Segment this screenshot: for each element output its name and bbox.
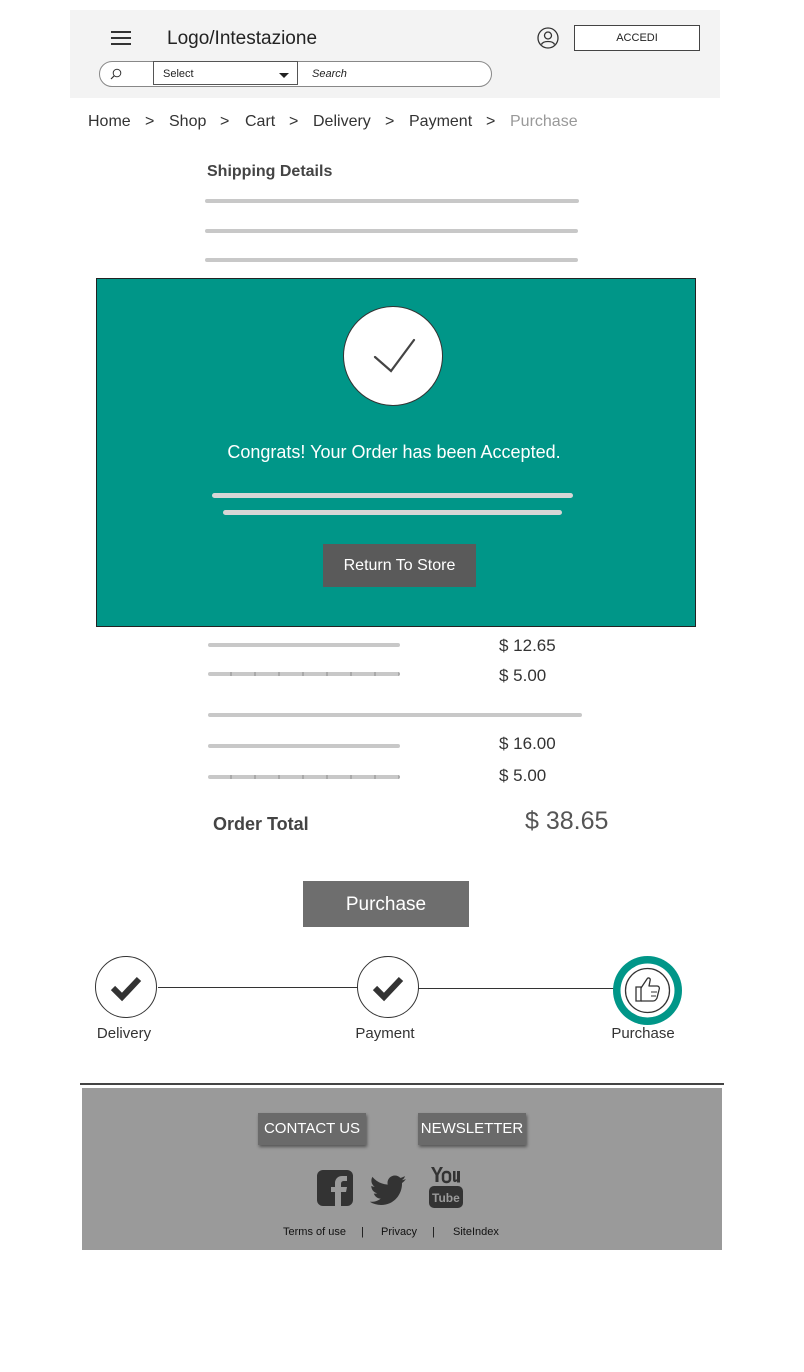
modal-text-placeholder — [212, 493, 573, 498]
user-account-icon[interactable] — [537, 27, 559, 49]
shipping-details-title: Shipping Details — [207, 163, 333, 180]
item-name-placeholder — [208, 775, 400, 779]
breadcrumb-delivery[interactable]: Delivery — [313, 113, 371, 131]
search-input[interactable] — [310, 63, 484, 85]
footer-siteindex-link[interactable]: SiteIndex — [453, 1226, 499, 1238]
divider-placeholder — [208, 713, 582, 717]
breadcrumb-separator: > — [220, 113, 230, 130]
step-delivery-check-icon — [95, 956, 157, 1018]
footer-privacy-link[interactable]: Privacy — [381, 1226, 417, 1238]
line-price: $ 12.65 — [499, 636, 556, 655]
breadcrumb-separator: > — [486, 113, 496, 130]
checkmark-icon — [343, 306, 443, 406]
breadcrumb-separator: > — [385, 113, 395, 130]
return-to-store-button[interactable]: Return To Store — [323, 544, 476, 587]
twitter-icon[interactable] — [369, 1175, 407, 1206]
newsletter-button[interactable]: NEWSLETTER — [418, 1113, 526, 1145]
footer-terms-link[interactable]: Terms of use — [283, 1226, 346, 1238]
step-purchase-thumbs-up-icon — [613, 956, 682, 1025]
footer-separator: | — [432, 1226, 435, 1238]
breadcrumb-purchase: Purchase — [510, 113, 578, 130]
line-price: $ 5.00 — [499, 766, 547, 785]
search-icon[interactable] — [110, 67, 122, 80]
step-label-purchase: Purchase — [611, 1025, 675, 1042]
step-label-payment: Payment — [355, 1025, 415, 1042]
breadcrumb-home[interactable]: Home — [88, 113, 131, 131]
step-payment-check-icon — [357, 956, 419, 1018]
breadcrumb-payment[interactable]: Payment — [409, 113, 472, 131]
breadcrumb-separator: > — [145, 113, 155, 130]
footer-separator: | — [361, 1226, 364, 1238]
item-name-placeholder — [208, 643, 400, 647]
order-accepted-message: Congrats! Your Order has been Accepted. — [227, 442, 561, 462]
line-price: $ 16.00 — [499, 734, 556, 753]
line-price: $ 5.00 — [499, 666, 547, 685]
footer-divider — [80, 1083, 724, 1085]
contact-us-button[interactable]: CONTACT US — [258, 1113, 366, 1145]
chevron-down-icon — [279, 73, 289, 78]
step-connector — [158, 987, 358, 988]
breadcrumb-cart[interactable]: Cart — [245, 113, 275, 131]
step-label-delivery: Delivery — [96, 1025, 152, 1042]
modal-text-placeholder — [223, 510, 562, 515]
breadcrumb-shop[interactable]: Shop — [169, 113, 206, 131]
item-name-placeholder — [208, 744, 400, 748]
shipping-line-placeholder — [205, 229, 578, 233]
step-connector — [418, 988, 614, 989]
purchase-button[interactable]: Purchase — [303, 881, 469, 927]
facebook-icon[interactable] — [317, 1170, 353, 1206]
shipping-line-placeholder — [205, 199, 579, 203]
order-total-value: $ 38.65 — [525, 807, 609, 835]
svg-text:Tube: Tube — [432, 1191, 460, 1205]
breadcrumb-separator: > — [289, 113, 299, 130]
login-button[interactable]: ACCEDI — [574, 25, 700, 51]
item-name-placeholder — [208, 672, 400, 676]
category-select[interactable]: Select — [153, 61, 298, 85]
hamburger-menu-icon[interactable] — [111, 31, 131, 47]
site-logo[interactable]: Logo/Intestazione — [167, 28, 317, 50]
youtube-icon[interactable]: Tube — [428, 1167, 464, 1208]
order-total-label: Order Total — [213, 814, 309, 834]
shipping-line-placeholder — [205, 258, 578, 262]
